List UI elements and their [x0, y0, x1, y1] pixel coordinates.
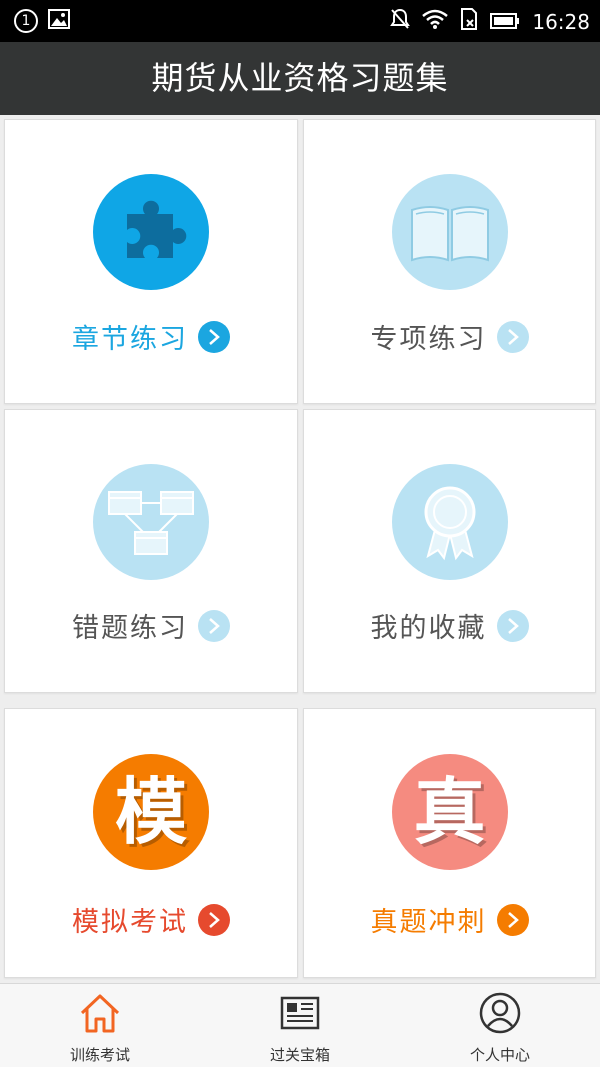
- chevron-right-icon: [496, 609, 529, 642]
- chevron-right-icon: [496, 320, 529, 353]
- card-mock-exam[interactable]: 模 模拟考试: [4, 708, 298, 978]
- card-label: 真题冲刺: [370, 907, 487, 938]
- chevron-right-icon: [198, 903, 230, 936]
- chevron-right-icon: [198, 609, 230, 642]
- tab-training-exam[interactable]: 训练考试: [0, 984, 200, 1067]
- flowchart-icon: [93, 464, 209, 580]
- app-bar: 期货从业资格习题集: [0, 42, 600, 115]
- chevron-right-icon: [198, 320, 230, 353]
- tab-label: 过关宝箱: [269, 1046, 330, 1064]
- clock-time: 16:28: [532, 9, 590, 34]
- tab-label: 训练考试: [69, 1046, 130, 1064]
- card-chapter-practice[interactable]: 章节练习: [4, 119, 298, 404]
- card-wrong-question-practice[interactable]: 错题练习: [4, 409, 298, 693]
- book-icon: [391, 174, 508, 290]
- puzzle-icon: [93, 174, 209, 290]
- chevron-right-icon: [496, 903, 529, 936]
- tab-personal-center[interactable]: 个人中心: [400, 984, 600, 1067]
- user-icon: [479, 992, 521, 1038]
- mo-character-icon: 模: [93, 754, 209, 870]
- tab-label: 个人中心: [469, 1046, 530, 1064]
- notification-count-badge: 1: [14, 9, 38, 33]
- page-title: 期货从业资格习题集: [151, 59, 449, 97]
- award-ribbon-icon: [391, 464, 508, 580]
- card-label: 章节练习: [72, 324, 188, 355]
- news-icon: [279, 992, 321, 1038]
- tab-treasure-box[interactable]: 过关宝箱: [200, 984, 400, 1067]
- card-special-practice[interactable]: 专项练习: [303, 119, 596, 404]
- menu-grid: 章节练习 专项练习 错题练习 我的收藏 模 模拟考试 真 真题冲刺: [0, 115, 600, 983]
- wifi-icon: [422, 9, 449, 34]
- zhen-character-icon: 真: [391, 754, 508, 870]
- card-past-exam-sprint[interactable]: 真 真题冲刺: [303, 708, 596, 978]
- bottom-tab-bar: 训练考试 过关宝箱 个人中心: [0, 983, 600, 1067]
- card-label: 错题练习: [72, 613, 188, 644]
- card-my-favorites[interactable]: 我的收藏: [303, 409, 596, 693]
- card-label: 专项练习: [370, 324, 487, 355]
- image-notification-icon: [48, 9, 70, 33]
- battery-icon: [490, 10, 520, 34]
- card-label: 我的收藏: [370, 613, 487, 644]
- mute-icon: [390, 8, 411, 35]
- no-sim-icon: [460, 8, 478, 35]
- home-icon: [79, 992, 121, 1038]
- status-bar: 1 16:28: [0, 0, 600, 42]
- card-label: 模拟考试: [72, 907, 188, 938]
